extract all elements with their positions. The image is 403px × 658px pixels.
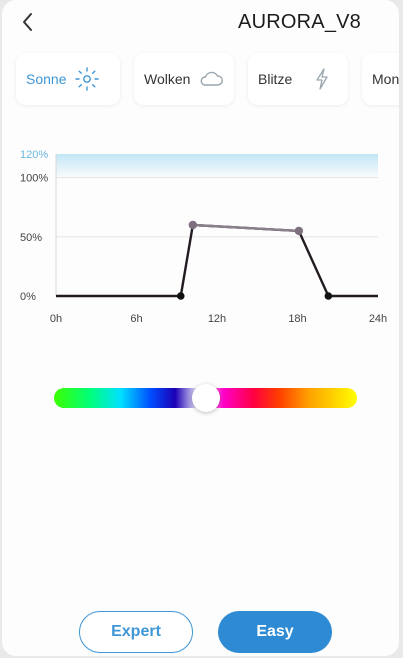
y-tick-label: 100%: [20, 173, 48, 185]
data-point: [188, 220, 198, 230]
data-point: [324, 292, 333, 300]
chevron-left-icon: [23, 13, 32, 31]
tab-label: Wolken: [144, 71, 191, 87]
y-tick-label: 120%: [20, 149, 48, 161]
data-point: [176, 292, 185, 300]
tab-mon[interactable]: Mon: [362, 53, 399, 105]
x-tick-label: 18h: [288, 313, 306, 325]
header: AURORA_V8: [2, 0, 399, 50]
sun-icon: [74, 66, 100, 92]
color-slider[interactable]: [54, 384, 357, 412]
chart-svg: 0% 50% 100% 120% 0h 6h 12h 18h 24h: [20, 149, 387, 325]
cloud-icon: [198, 69, 224, 89]
tab-blitze[interactable]: Blitze: [248, 53, 348, 105]
expert-button[interactable]: Expert: [79, 611, 193, 653]
x-tick-label: 24h: [369, 313, 387, 325]
x-tick-label: 0h: [50, 313, 62, 325]
tab-label: Mon: [372, 71, 399, 87]
page-title: AURORA_V8: [238, 11, 361, 33]
easy-button[interactable]: Easy: [218, 611, 332, 653]
y-tick-label: 50%: [20, 232, 42, 244]
tab-label: Blitze: [258, 71, 293, 87]
light-schedule-chart: 0% 50% 100% 120% 0h 6h 12h 18h 24h: [2, 140, 399, 340]
x-tick-label: 12h: [208, 313, 226, 325]
y-tick-label: 0%: [20, 291, 36, 303]
data-point: [294, 226, 304, 236]
mode-tabs: Sonne Wolken Blitze Mon: [2, 53, 399, 107]
tab-sonne[interactable]: Sonne: [16, 53, 120, 105]
tab-wolken[interactable]: Wolken: [134, 53, 234, 105]
series-line: [56, 223, 378, 298]
back-button[interactable]: [14, 8, 42, 36]
color-slider-thumb[interactable]: [191, 384, 220, 412]
series-plateau: [192, 223, 299, 233]
tab-label: Sonne: [26, 71, 67, 87]
over-100-band: [56, 154, 378, 178]
lightning-icon: [314, 67, 330, 91]
x-tick-label: 6h: [130, 313, 142, 325]
app-screen: AURORA_V8 Sonne Wolken Blitze Mon 0% 50%…: [2, 0, 399, 656]
